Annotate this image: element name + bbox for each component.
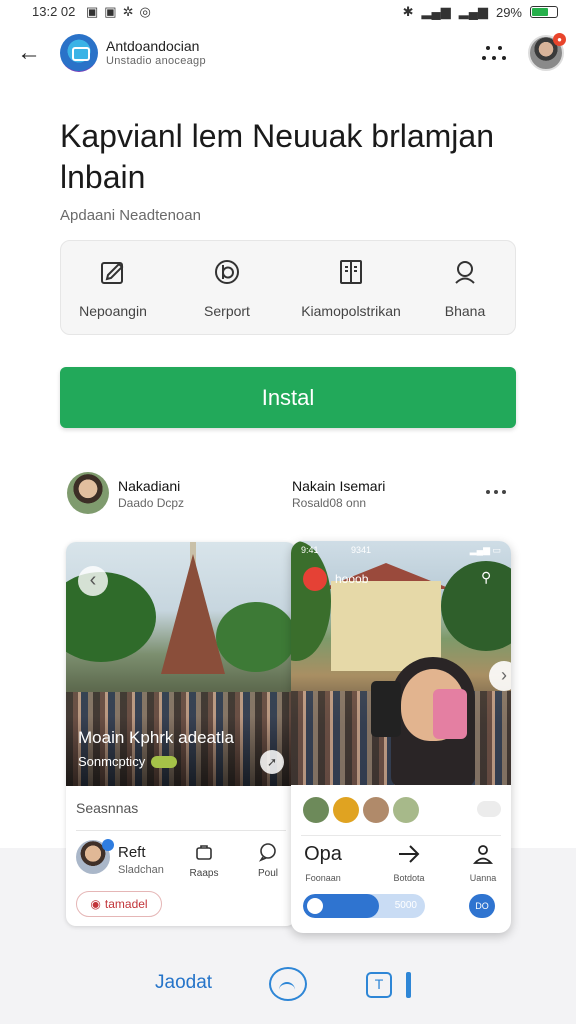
reaction-avatar (363, 797, 389, 823)
app-name: Antdoandocian (106, 38, 200, 54)
opa-big-text: Opa (304, 843, 342, 865)
guide-book-icon (291, 255, 411, 289)
reviewer-avatar[interactable] (67, 472, 109, 514)
signal-icon: ▂▄▆ (421, 4, 451, 19)
opa-label: Foonaan (305, 873, 341, 883)
verified-badge-icon (102, 839, 114, 851)
home-icon[interactable] (269, 967, 307, 1001)
feature-item-search[interactable]: Bhana (405, 255, 525, 319)
progress-bar[interactable]: 5000 (303, 894, 425, 918)
install-button[interactable]: Instal (60, 367, 516, 428)
photo-subtitle-text: Sonmcpticy (78, 754, 146, 769)
status-right: ✱ ▂▄▆ ▂▄▆ 29% (403, 4, 558, 20)
feature-label: Serport (204, 303, 250, 319)
settings-icon: ✲ (122, 4, 134, 19)
signal-icon-2: ▂▄▆ (458, 4, 488, 19)
search-person-icon (405, 255, 525, 289)
more-options-icon[interactable] (482, 42, 508, 64)
feature-item-support[interactable]: Serport (167, 255, 287, 319)
status-time: 13:2 02 (32, 4, 76, 19)
feature-item-edit[interactable]: Nepoangin (53, 255, 173, 319)
phone-status-bar: 9:41 9341 ▂▄▆ ▭ (301, 545, 501, 559)
live-label: hooob (335, 572, 369, 586)
profile-subtitle: Sladchan (118, 864, 164, 876)
divider (301, 835, 501, 836)
send-icon (381, 843, 437, 869)
reaction-avatar (393, 797, 419, 823)
back-arrow-icon[interactable]: ← (14, 38, 44, 68)
screenshot-card-left[interactable]: ‹ Moain Kphrk adeatla Sonmcpticy ➚ Seasn… (66, 542, 296, 926)
feature-label: Kiamopolstrikan (301, 303, 401, 319)
support-icon (167, 255, 287, 289)
live-record-icon[interactable] (303, 567, 327, 591)
user-label: Uanna (469, 873, 497, 883)
person-icon (455, 843, 511, 869)
next-arrow-icon[interactable]: › (489, 661, 511, 691)
bluetooth-icon: ✱ (402, 4, 414, 19)
phone-signal-icon: ▂▄▆ ▭ (469, 545, 501, 555)
opa-action[interactable]: Opa Foonaan (295, 843, 351, 883)
reviewer-meta: Daado Dcpz (118, 496, 185, 510)
reviewer-name: Nakadiani (118, 478, 181, 494)
photo-subtitle: Sonmcpticy (78, 754, 178, 769)
divider (76, 830, 286, 831)
reaction-avatars[interactable] (303, 797, 419, 823)
poll-label: Poul (257, 868, 278, 879)
page-subtitle: Apdaani Neadtenoan (60, 207, 201, 224)
maps-action[interactable]: Raaps (184, 842, 224, 879)
feature-label: Bhana (444, 303, 486, 319)
app-subtitle: Unstadio anoceagp (106, 55, 206, 67)
chat-icon (248, 842, 288, 864)
feature-item-guide[interactable]: Kiamopolstrikan (291, 255, 411, 319)
notification-badge: ● (553, 33, 566, 46)
phone-status-center: 9341 (351, 545, 372, 555)
profile-icon[interactable]: ⚲ (481, 569, 491, 586)
tag-label: tamadel (104, 897, 148, 911)
reaction-avatar (333, 797, 359, 823)
edit-icon (53, 255, 173, 289)
save-icon: ▣ (104, 4, 117, 19)
round-action-button[interactable]: DO (469, 894, 495, 918)
bottom-nav-label[interactable]: Jaodat (155, 972, 212, 994)
status-notification-icons: ▣ ▣ ✲ ◎ (86, 4, 151, 20)
bag-icon (184, 842, 224, 864)
phone-status-time: 9:41 (301, 545, 319, 555)
photo-title: Moain Kphrk adeatla (78, 728, 234, 747)
reviewer-more-icon[interactable] (484, 482, 508, 502)
app-logo (60, 34, 98, 72)
section-label: Seasnnas (76, 800, 139, 816)
share-icon[interactable]: ➚ (260, 750, 284, 774)
battery-icon (530, 6, 558, 18)
maps-label: Raaps (189, 868, 219, 879)
previous-arrow-icon[interactable]: ‹ (78, 566, 108, 596)
send-action[interactable]: Botdota (381, 843, 437, 883)
progress-value: 5000 (394, 900, 417, 911)
status-bar: 13:2 02 ▣ ▣ ✲ ◎ ✱ ▂▄▆ ▂▄▆ 29% (0, 0, 576, 24)
progress-knob-icon (307, 898, 323, 914)
screenshot-card-right[interactable]: 9:41 9341 ▂▄▆ ▭ hooob ⚲ › Opa Foonaan Bo… (291, 541, 511, 933)
profile-name: Reft (118, 844, 146, 861)
tag-pill[interactable]: ◉ tamadel (76, 891, 162, 917)
feature-label: Nepoangin (79, 303, 147, 319)
reviewer-name-secondary: Nakain Isemari (292, 478, 386, 494)
poll-action[interactable]: Poul (248, 842, 288, 879)
send-label: Botdota (393, 873, 425, 883)
text-box-icon[interactable]: T (366, 972, 392, 998)
tag-chip (151, 755, 178, 768)
cursor-bar-icon[interactable] (406, 972, 411, 998)
tag-icon: ◉ (90, 897, 101, 911)
user-action[interactable]: Uanna (455, 843, 511, 883)
gallery-icon: ▣ (86, 4, 99, 19)
page-title: Kapvianl lem Neuuak brlamjan lnbain (60, 118, 494, 195)
reaction-avatar (303, 797, 329, 823)
reviewer-meta-secondary: Rosald08 onn (292, 496, 367, 510)
sync-icon: ◎ (139, 4, 151, 19)
feature-card: Nepoangin Serport Kiamopolstrikan Bhana (60, 240, 516, 335)
battery-text: 29% (495, 4, 522, 20)
toggle-switch[interactable] (477, 801, 501, 817)
